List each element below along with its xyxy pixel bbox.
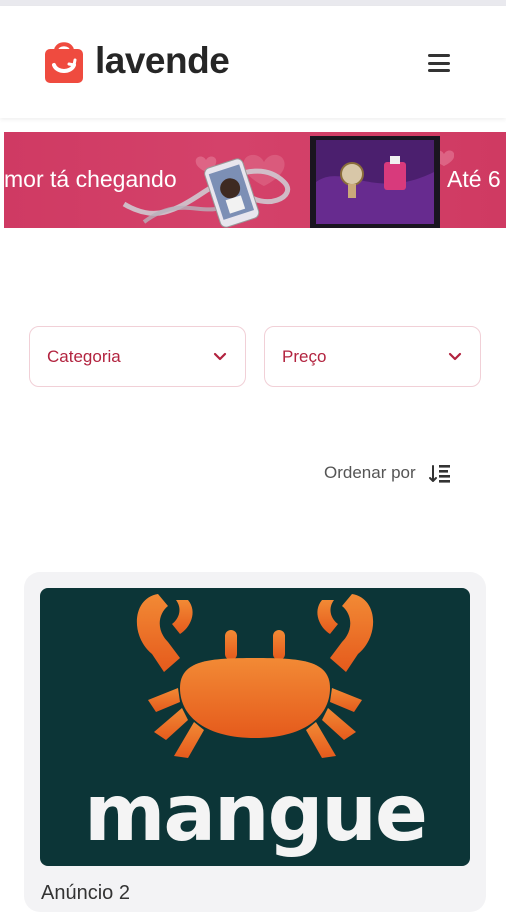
banner-illustration xyxy=(122,136,454,228)
hamburger-menu-icon[interactable] xyxy=(426,52,452,74)
chevron-down-icon xyxy=(213,352,227,360)
shopping-bag-icon xyxy=(45,42,83,83)
mangue-logo: mangue xyxy=(84,594,428,859)
banner-text-right: Até 6 xyxy=(447,166,501,192)
sort-button[interactable]: Ordenar por xyxy=(324,462,452,484)
listing-image[interactable]: mangue xyxy=(40,588,470,866)
price-filter-dropdown[interactable]: Preço xyxy=(264,326,481,387)
sort-label: Ordenar por xyxy=(324,463,416,482)
listing-title[interactable]: Anúncio 2 xyxy=(41,882,130,905)
logo-wordmark: mangue xyxy=(84,769,426,859)
chevron-down-icon xyxy=(448,352,462,360)
logo[interactable]: lavende xyxy=(43,36,230,86)
site-header: lavende xyxy=(0,6,506,118)
promo-banner[interactable]: mor tá chegando Até 6 xyxy=(4,132,506,228)
logo-text: lavende xyxy=(95,40,230,81)
listing-card[interactable]: mangue Anúncio 2 xyxy=(24,572,486,912)
category-filter-dropdown[interactable]: Categoria xyxy=(29,326,246,387)
category-filter-label: Categoria xyxy=(47,346,121,366)
price-filter-label: Preço xyxy=(282,346,327,366)
sort-descending-icon xyxy=(428,465,450,483)
